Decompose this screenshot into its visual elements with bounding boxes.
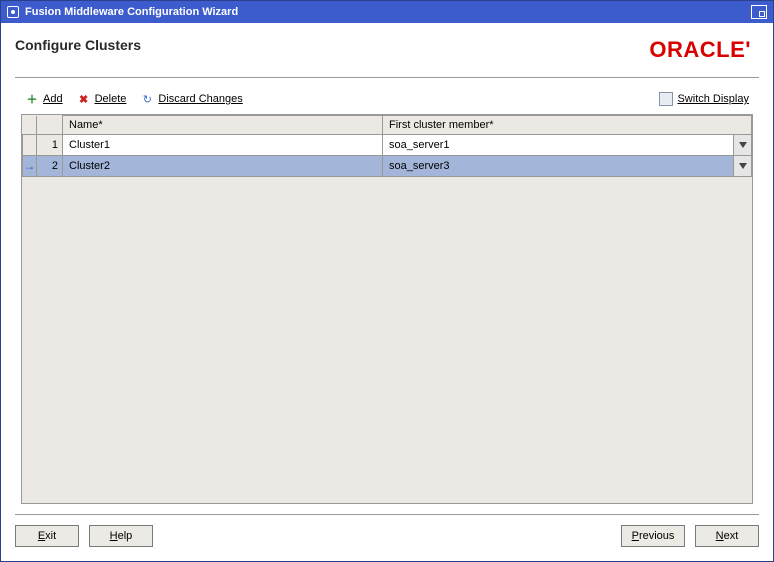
column-header-member[interactable]: First cluster member* bbox=[383, 116, 752, 135]
previous-button[interactable]: Previous bbox=[621, 525, 685, 547]
cluster-member-input[interactable] bbox=[383, 156, 733, 176]
content-area: ＋ Add ✖ Delete ↻ Discard Changes Switch … bbox=[1, 78, 773, 514]
member-cell[interactable] bbox=[383, 156, 752, 177]
cluster-member-input[interactable] bbox=[383, 135, 733, 155]
switch-display-button[interactable]: Switch Display bbox=[659, 92, 749, 106]
exit-button[interactable]: Exit bbox=[15, 525, 79, 547]
wizard-window: Fusion Middleware Configuration Wizard C… bbox=[0, 0, 774, 562]
footer: Exit Help Previous Next bbox=[15, 514, 759, 561]
switch-display-label: Switch Display bbox=[677, 93, 749, 105]
delete-label: Delete bbox=[95, 93, 127, 105]
chevron-down-icon bbox=[739, 142, 747, 148]
row-pointer-cell bbox=[23, 135, 37, 156]
table-row[interactable]: 1 bbox=[23, 135, 752, 156]
dropdown-button[interactable] bbox=[733, 156, 751, 176]
cluster-name-input[interactable] bbox=[63, 156, 382, 176]
add-button[interactable]: ＋ Add bbox=[25, 92, 63, 106]
member-cell[interactable] bbox=[383, 135, 752, 156]
dropdown-button[interactable] bbox=[733, 135, 751, 155]
titlebar[interactable]: Fusion Middleware Configuration Wizard bbox=[1, 1, 773, 23]
clusters-grid: Name* First cluster member* 1→2 bbox=[21, 114, 753, 504]
row-number: 1 bbox=[37, 135, 63, 156]
column-header-name[interactable]: Name* bbox=[63, 116, 383, 135]
row-number: 2 bbox=[37, 156, 63, 177]
table-row[interactable]: →2 bbox=[23, 156, 752, 177]
delete-button[interactable]: ✖ Delete bbox=[77, 92, 127, 106]
window-title: Fusion Middleware Configuration Wizard bbox=[25, 6, 238, 18]
add-icon: ＋ bbox=[25, 92, 39, 106]
page-header: Configure Clusters ORACLE' bbox=[1, 23, 773, 69]
page-title: Configure Clusters bbox=[15, 37, 141, 53]
help-button[interactable]: Help bbox=[89, 525, 153, 547]
discard-label: Discard Changes bbox=[158, 93, 242, 105]
discard-icon: ↻ bbox=[140, 92, 154, 106]
name-cell[interactable] bbox=[63, 135, 383, 156]
oracle-logo: ORACLE' bbox=[649, 37, 751, 63]
window-maximize-icon[interactable] bbox=[751, 5, 767, 19]
grid-header-row: Name* First cluster member* bbox=[23, 116, 752, 135]
switch-display-icon bbox=[659, 92, 673, 106]
name-cell[interactable] bbox=[63, 156, 383, 177]
delete-icon: ✖ bbox=[77, 92, 91, 106]
toolbar: ＋ Add ✖ Delete ↻ Discard Changes Switch … bbox=[15, 90, 759, 114]
discard-button[interactable]: ↻ Discard Changes bbox=[140, 92, 242, 106]
cluster-name-input[interactable] bbox=[63, 135, 382, 155]
window-system-icon bbox=[7, 6, 19, 18]
chevron-down-icon bbox=[739, 163, 747, 169]
row-pointer-icon: → bbox=[24, 159, 36, 173]
row-pointer-cell: → bbox=[23, 156, 37, 177]
add-label: Add bbox=[43, 93, 63, 105]
next-button[interactable]: Next bbox=[695, 525, 759, 547]
